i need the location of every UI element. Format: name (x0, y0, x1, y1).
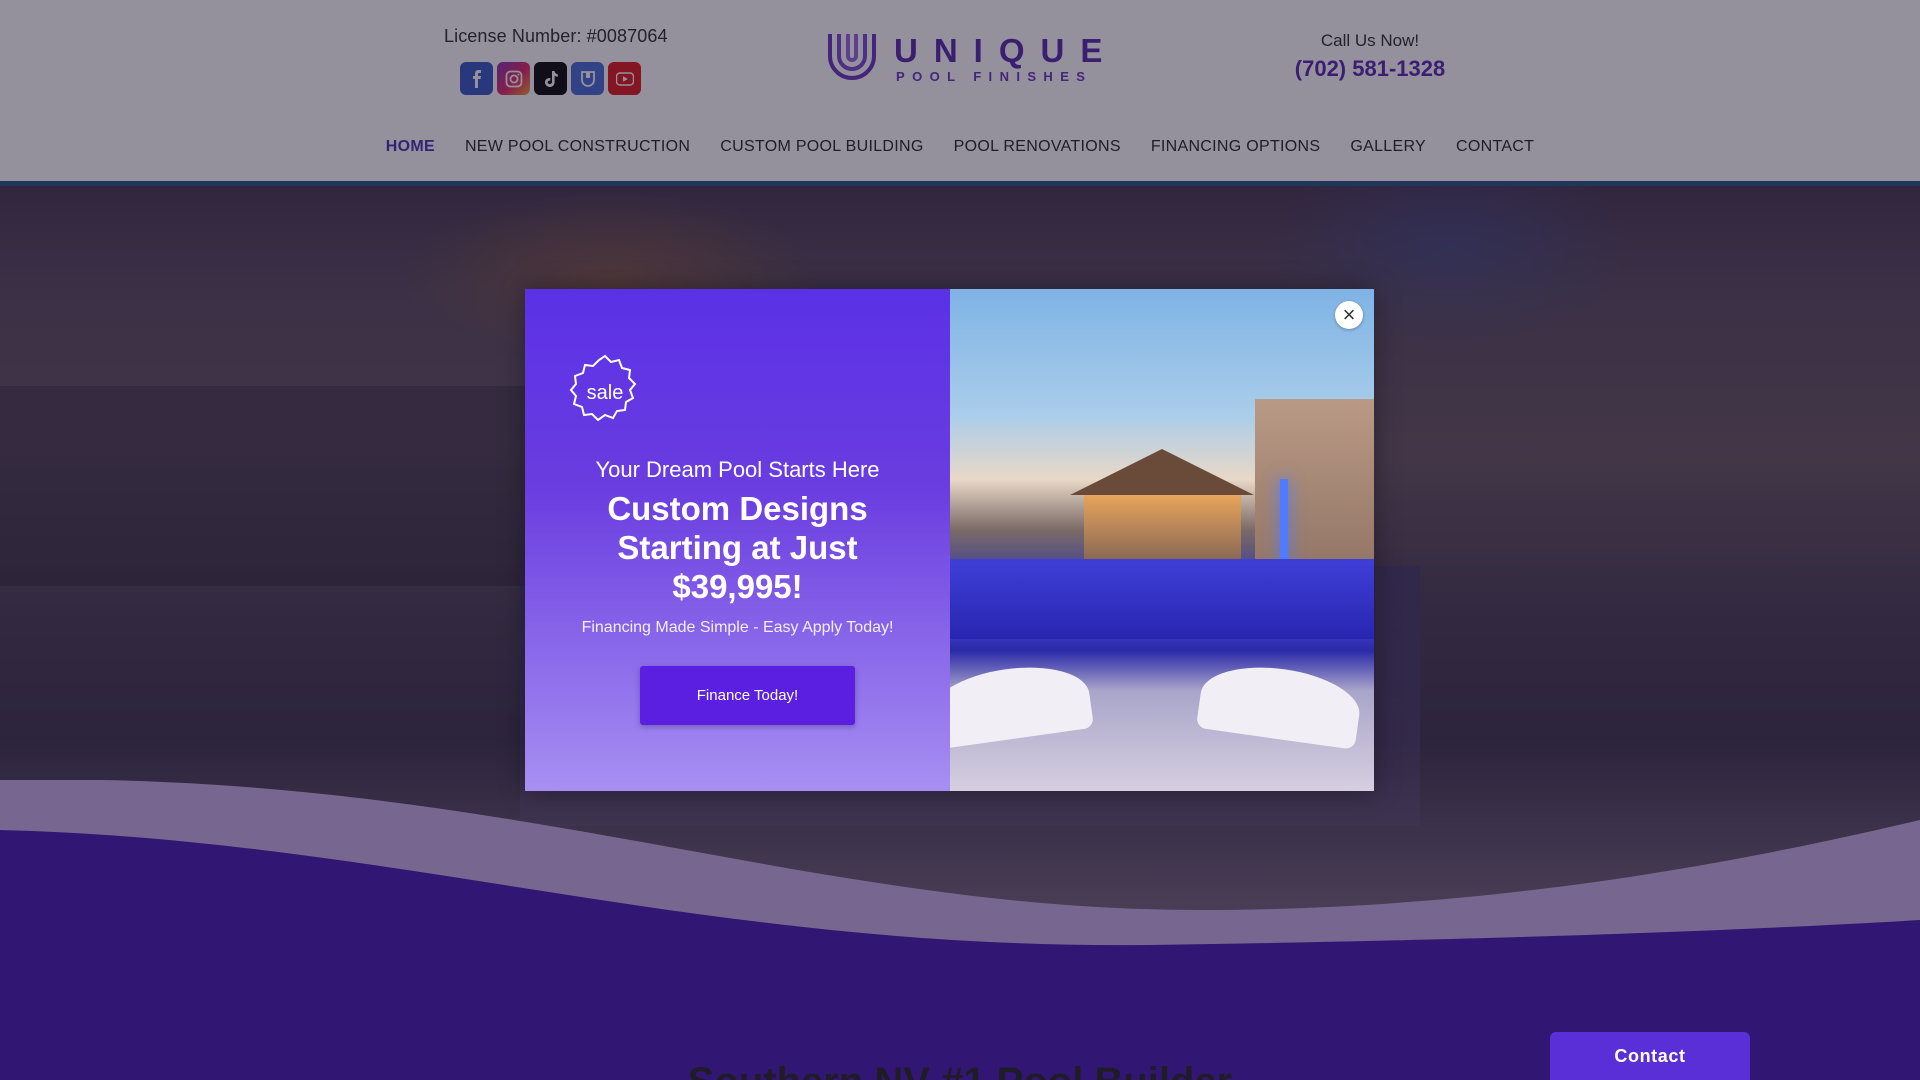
main-nav: HOME NEW POOL CONSTRUCTION CUSTOM POOL B… (0, 138, 1920, 156)
youtube-icon[interactable] (608, 62, 641, 95)
photo-pool-water (950, 559, 1374, 639)
promo-content: sale Your Dream Pool Starts Here Custom … (525, 289, 950, 791)
site-logo[interactable]: UNIQUE POOL FINISHES (822, 28, 1102, 88)
facebook-icon[interactable] (460, 62, 493, 95)
site-header: License Number: #0087064 UNIQUE POOL FIN… (0, 0, 1920, 186)
promo-title: Custom Designs Starting at Just $39,995! (607, 490, 868, 605)
contact-tab-button[interactable]: Contact (1550, 1032, 1750, 1080)
nav-contact[interactable]: CONTACT (1441, 138, 1549, 156)
license-number: License Number: #0087064 (444, 26, 668, 46)
instagram-icon[interactable] (497, 62, 530, 95)
nav-pool-renovations[interactable]: POOL RENOVATIONS (939, 138, 1136, 156)
google-business-icon[interactable] (571, 62, 604, 95)
tiktok-icon[interactable] (534, 62, 567, 95)
promo-popup: sale Your Dream Pool Starts Here Custom … (525, 289, 1374, 791)
photo-lounger-right (1195, 658, 1365, 750)
promo-subtitle: Your Dream Pool Starts Here (595, 457, 880, 482)
nav-custom-pool-building[interactable]: CUSTOM POOL BUILDING (705, 138, 938, 156)
nav-new-pool-construction[interactable]: NEW POOL CONSTRUCTION (450, 138, 705, 156)
finance-today-button[interactable]: Finance Today! (640, 666, 855, 725)
promo-pool-photo (950, 289, 1374, 791)
nav-financing-options[interactable]: FINANCING OPTIONS (1136, 138, 1336, 156)
social-links (460, 62, 641, 95)
call-us-label: Call Us Now! (1320, 31, 1420, 50)
nav-home[interactable]: HOME (371, 138, 450, 156)
sale-badge-text: sale (586, 382, 624, 404)
photo-cabana (1070, 449, 1255, 559)
phone-link[interactable]: (702) 581-1328 (1250, 56, 1490, 82)
logo-subtitle: POOL FINISHES (896, 69, 1093, 84)
nav-gallery[interactable]: GALLERY (1335, 138, 1441, 156)
close-icon[interactable]: × (1335, 301, 1363, 329)
logo-mark-icon (828, 34, 876, 80)
promo-note: Financing Made Simple - Easy Apply Today… (581, 619, 894, 636)
logo-word: UNIQUE (894, 32, 1119, 69)
photo-lounger-left (950, 658, 1095, 750)
